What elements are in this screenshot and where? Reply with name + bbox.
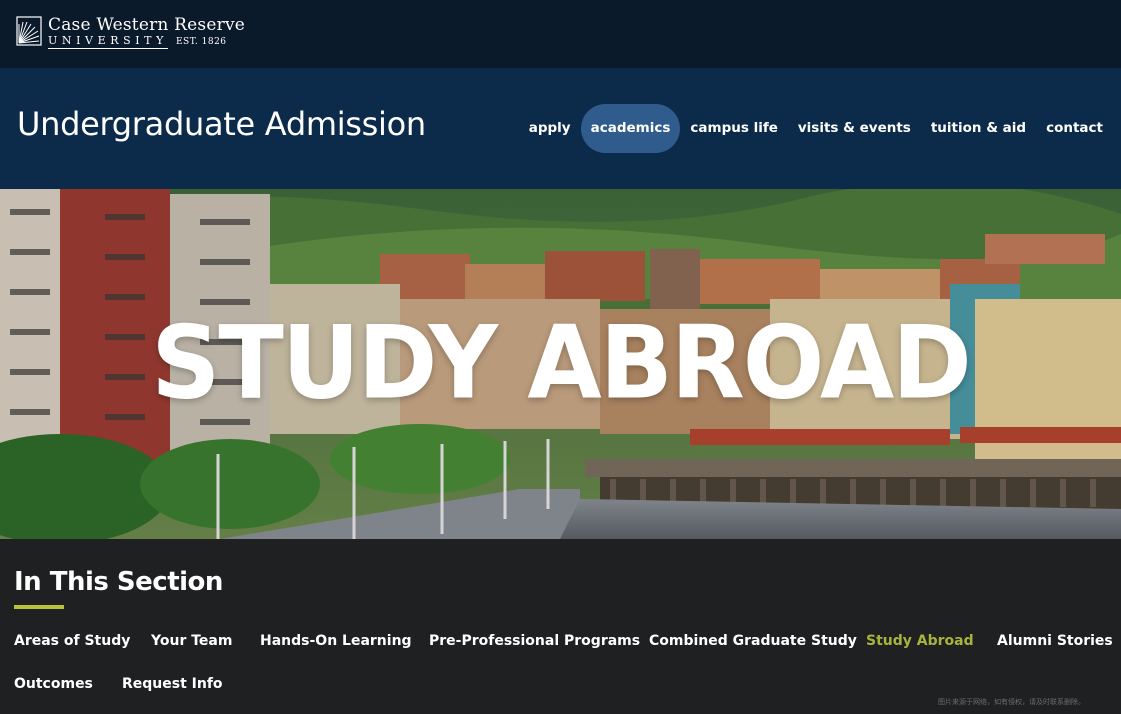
in-this-section: In This Section Areas of Study Your Team… (0, 539, 1121, 714)
section-link-study-abroad[interactable]: Study Abroad (866, 633, 974, 649)
site-header: Undergraduate Admission apply academics … (0, 68, 1121, 189)
nav-tuition-aid[interactable]: tuition & aid (921, 104, 1036, 153)
top-bar: Case Western Reserve UNIVERSITY EST. 182… (0, 0, 1121, 68)
nav-apply[interactable]: apply (519, 104, 581, 153)
watermark-text: 图片来源于网络，如有侵权，请及时联系删除。 (938, 698, 1085, 706)
main-nav: apply academics campus life visits & eve… (519, 104, 1113, 153)
section-link-pre-professional-programs[interactable]: Pre-Professional Programs (429, 633, 640, 649)
section-link-areas-of-study[interactable]: Areas of Study (14, 633, 130, 649)
hero-title: STUDY ABROAD (151, 304, 972, 422)
logo-university: UNIVERSITY (48, 34, 168, 49)
logo-text: Case Western Reserve UNIVERSITY EST. 182… (48, 16, 245, 49)
university-logo[interactable]: Case Western Reserve UNIVERSITY EST. 182… (16, 16, 245, 49)
section-link-outcomes[interactable]: Outcomes (14, 676, 93, 692)
section-link-combined-graduate-study[interactable]: Combined Graduate Study (649, 633, 857, 649)
logo-established: EST. 1826 (175, 37, 227, 47)
section-link-your-team[interactable]: Your Team (151, 633, 232, 649)
section-heading: In This Section (14, 567, 223, 597)
logo-name: Case Western Reserve (48, 15, 246, 35)
section-link-hands-on-learning[interactable]: Hands-On Learning (260, 633, 412, 649)
sunburst-logo-icon (16, 16, 42, 46)
site-title[interactable]: Undergraduate Admission (17, 105, 426, 143)
section-link-request-info[interactable]: Request Info (122, 676, 223, 692)
nav-academics[interactable]: academics (580, 104, 681, 153)
nav-campus-life[interactable]: campus life (680, 104, 787, 153)
hero-banner: STUDY ABROAD (0, 189, 1121, 539)
section-link-alumni-stories[interactable]: Alumni Stories (997, 633, 1113, 649)
nav-visits-events[interactable]: visits & events (788, 104, 921, 153)
heading-underline (14, 605, 64, 609)
nav-contact[interactable]: contact (1036, 104, 1113, 153)
